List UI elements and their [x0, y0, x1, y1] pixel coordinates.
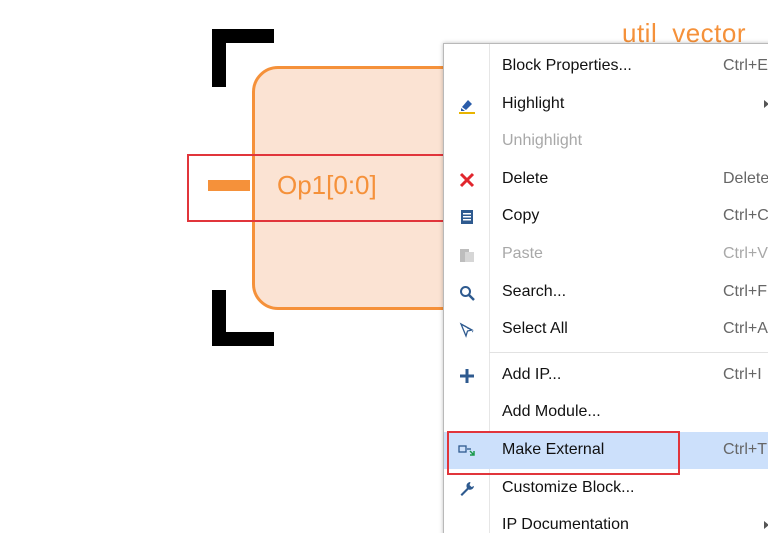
- menu-item-search[interactable]: Search... Ctrl+F: [444, 274, 768, 311]
- menu-item-shortcut: Ctrl+I: [723, 366, 762, 383]
- menu-item-highlight[interactable]: Highlight: [444, 86, 768, 123]
- menu-item-add-module[interactable]: Add Module...: [444, 394, 768, 431]
- menu-item-label: Unhighlight: [502, 132, 583, 149]
- menu-item-shortcut: Ctrl+C: [723, 207, 768, 224]
- menu-item-add-ip[interactable]: Add IP... Ctrl+I: [444, 357, 768, 394]
- menu-item-label: Add Module...: [502, 403, 601, 420]
- port-annotation-box: [187, 154, 451, 222]
- menu-item-shortcut: Ctrl+V: [723, 245, 768, 262]
- highlight-pen-icon: [444, 86, 489, 123]
- make-external-annotation-box: [447, 431, 680, 475]
- menu-item-label: Highlight: [502, 95, 565, 112]
- menu-item-customize-block[interactable]: Customize Block...: [444, 470, 768, 507]
- menu-item-shortcut: Ctrl+A: [723, 320, 768, 337]
- copy-icon: [444, 198, 489, 235]
- menu-item-label: Paste: [502, 245, 543, 262]
- menu-item-select-all[interactable]: Select All Ctrl+A: [444, 311, 768, 348]
- menu-item-shortcut: Ctrl+T: [723, 441, 767, 458]
- menu-item-shortcut: Ctrl+E: [723, 57, 768, 74]
- menu-item-block-properties[interactable]: Block Properties... Ctrl+E: [444, 48, 768, 85]
- menu-item-label: Delete: [502, 170, 549, 187]
- menu-item-label: Search...: [502, 283, 567, 300]
- menu-item-label: Select All: [502, 320, 568, 337]
- delete-x-icon: [444, 161, 489, 198]
- select-all-icon: [444, 311, 489, 348]
- menu-item-label: IP Documentation: [502, 516, 629, 533]
- paste-icon: [444, 236, 489, 273]
- wrench-icon: [444, 470, 489, 507]
- menu-separator: [489, 352, 768, 353]
- menu-item-shortcut: Ctrl+F: [723, 283, 767, 300]
- menu-item-label: Copy: [502, 207, 540, 224]
- block-design-canvas[interactable]: util_vector Op1[0:0] Block Properties...…: [0, 0, 768, 533]
- menu-item-delete[interactable]: Delete Delete: [444, 161, 768, 198]
- menu-item-label: Block Properties...: [502, 57, 632, 74]
- plus-icon: [444, 357, 489, 394]
- menu-item-copy[interactable]: Copy Ctrl+C: [444, 198, 768, 235]
- search-icon: [444, 274, 489, 311]
- submenu-arrow-icon: [764, 100, 768, 108]
- menu-item-label: Add IP...: [502, 366, 562, 383]
- menu-item-shortcut: Delete: [723, 170, 768, 187]
- menu-item-ip-documentation[interactable]: IP Documentation: [444, 507, 768, 533]
- menu-item-unhighlight[interactable]: Unhighlight: [444, 123, 768, 160]
- menu-item-paste[interactable]: Paste Ctrl+V: [444, 236, 768, 273]
- menu-item-label: Customize Block...: [502, 479, 635, 496]
- submenu-arrow-icon: [764, 521, 768, 529]
